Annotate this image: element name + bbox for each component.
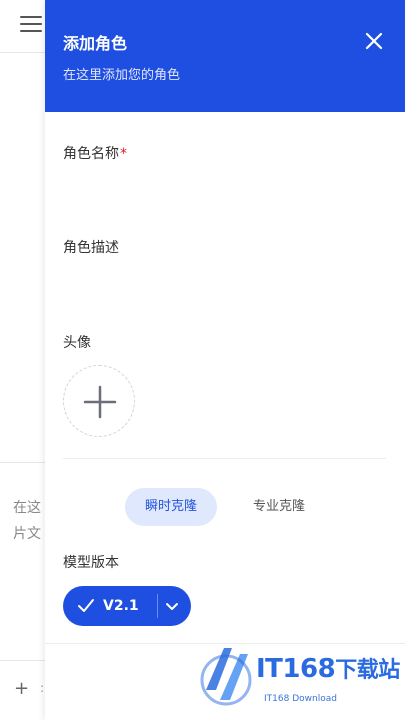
- section-divider: [63, 458, 386, 459]
- bg-divider: [0, 660, 45, 661]
- add-role-drawer: 添加角色 在这里添加您的角色 角色名称* 角色描述 头像 瞬时克隆 专业克隆 模…: [45, 0, 405, 720]
- drawer-subtitle: 在这里添加您的角色: [63, 68, 181, 83]
- model-version-select[interactable]: V2.1: [63, 586, 191, 626]
- bg-add-button[interactable]: +: [14, 678, 29, 699]
- required-mark: *: [120, 146, 127, 162]
- role-description-label: 角色描述: [63, 240, 119, 256]
- menu-icon[interactable]: [20, 16, 42, 34]
- role-name-label: 角色名称*: [63, 146, 127, 162]
- plus-icon: [83, 385, 117, 419]
- bg-text-line: 片文: [13, 526, 41, 542]
- close-icon[interactable]: [363, 30, 385, 52]
- version-separator: [157, 594, 158, 618]
- model-version-label: 模型版本: [63, 555, 119, 571]
- bg-colon: :: [40, 681, 45, 695]
- selected-version: V2.1: [103, 598, 139, 614]
- watermark-text: IT168下载站: [256, 654, 400, 684]
- avatar-upload-button[interactable]: [63, 365, 135, 437]
- avatar-label: 头像: [63, 335, 91, 351]
- it168-watermark-logo: IT168下载站 IT168 Download: [196, 640, 401, 712]
- watermark-subtext: IT168 Download: [264, 694, 337, 704]
- tab-instant-clone[interactable]: 瞬时克隆: [125, 488, 217, 526]
- drawer-header: 添加角色 在这里添加您的角色: [45, 0, 405, 112]
- check-icon: [78, 599, 94, 612]
- chevron-down-icon[interactable]: [165, 599, 179, 613]
- tab-pro-clone[interactable]: 专业克隆: [233, 488, 325, 526]
- bg-divider: [0, 462, 45, 463]
- drawer-title: 添加角色: [63, 34, 128, 53]
- bg-divider: [0, 52, 45, 53]
- bg-text-line: 在这: [13, 500, 41, 516]
